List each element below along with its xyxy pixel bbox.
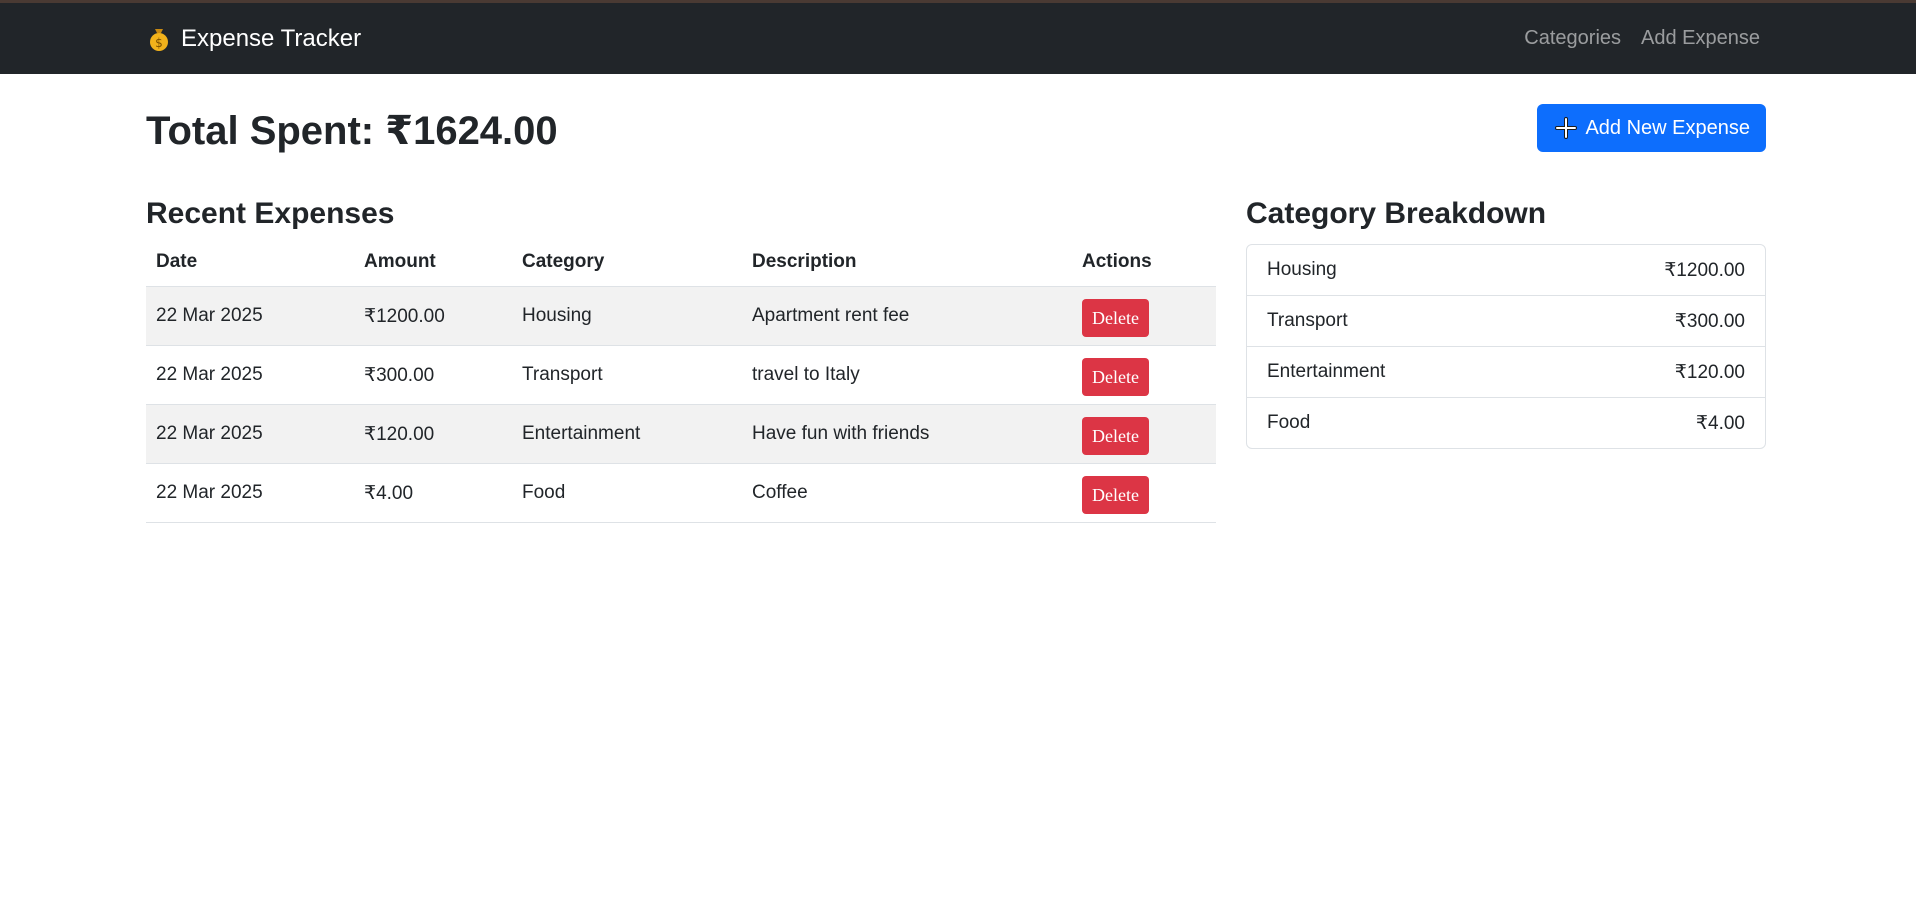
expenses-table: Date Amount Category Description Actions… — [146, 238, 1216, 523]
delete-button[interactable]: Delete — [1082, 476, 1149, 514]
category-name: Transport — [1267, 310, 1348, 331]
delete-button[interactable]: Delete — [1082, 358, 1149, 396]
add-new-expense-label: Add New Expense — [1585, 116, 1750, 139]
category-amount: ₹1200.00 — [1664, 259, 1745, 281]
delete-button[interactable]: Delete — [1082, 299, 1149, 337]
cell-description: Have fun with friends — [742, 404, 1072, 464]
category-amount: ₹4.00 — [1695, 412, 1745, 434]
cell-category: Transport — [512, 345, 742, 405]
brand-name: Expense Tracker — [181, 24, 362, 52]
cell-description: travel to Italy — [742, 345, 1072, 405]
total-spent-heading: Total Spent: ₹1624.00 — [146, 109, 558, 153]
recent-expenses-section: Recent Expenses Date Amount Category Des… — [146, 194, 1216, 523]
svg-text:$: $ — [155, 36, 163, 50]
delete-button[interactable]: Delete — [1082, 417, 1149, 455]
table-row: 22 Mar 2025 ₹300.00 Transport travel to … — [146, 345, 1216, 405]
list-item: Housing ₹1200.00 — [1247, 245, 1765, 296]
nav-link-add-expense[interactable]: Add Expense — [1641, 27, 1760, 50]
table-row: 22 Mar 2025 ₹120.00 Entertainment Have f… — [146, 404, 1216, 464]
cell-date: 22 Mar 2025 — [146, 463, 354, 523]
cell-amount: ₹1200.00 — [354, 286, 512, 346]
plus-icon — [1555, 117, 1578, 139]
navbar: $ Expense Tracker Categories Add Expense — [0, 3, 1916, 74]
money-bag-icon: $ — [146, 26, 172, 52]
cell-actions: Delete — [1072, 345, 1216, 405]
cell-description: Coffee — [742, 463, 1072, 523]
cell-amount: ₹120.00 — [354, 404, 512, 464]
list-item: Entertainment ₹120.00 — [1247, 347, 1765, 398]
category-breakdown-list: Housing ₹1200.00 Transport ₹300.00 Enter… — [1246, 244, 1766, 449]
cell-date: 22 Mar 2025 — [146, 286, 354, 346]
list-item: Food ₹4.00 — [1247, 398, 1765, 448]
table-row: 22 Mar 2025 ₹4.00 Food Coffee Delete — [146, 463, 1216, 523]
category-amount: ₹300.00 — [1674, 310, 1745, 332]
cell-date: 22 Mar 2025 — [146, 345, 354, 405]
category-breakdown-section: Category Breakdown Housing ₹1200.00 Tran… — [1246, 194, 1766, 449]
nav-link-categories[interactable]: Categories — [1524, 27, 1621, 50]
cell-amount: ₹300.00 — [354, 345, 512, 405]
category-name: Food — [1267, 412, 1311, 433]
cell-actions: Delete — [1072, 404, 1216, 464]
cell-date: 22 Mar 2025 — [146, 404, 354, 464]
cell-category: Housing — [512, 286, 742, 346]
column-header-actions: Actions — [1072, 238, 1216, 287]
cell-actions: Delete — [1072, 286, 1216, 346]
nav-links: Categories Add Expense — [1524, 27, 1760, 50]
cell-actions: Delete — [1072, 463, 1216, 523]
category-name: Housing — [1267, 259, 1337, 280]
category-breakdown-title: Category Breakdown — [1246, 197, 1547, 230]
summary-header: Total Spent: ₹1624.00 Add New Expense — [146, 104, 1766, 158]
add-new-expense-button[interactable]: Add New Expense — [1537, 104, 1766, 152]
list-item: Transport ₹300.00 — [1247, 296, 1765, 347]
category-amount: ₹120.00 — [1674, 361, 1745, 383]
cell-category: Food — [512, 463, 742, 523]
cell-description: Apartment rent fee — [742, 286, 1072, 346]
column-header-description: Description — [742, 238, 1072, 287]
column-header-amount: Amount — [354, 238, 512, 287]
category-name: Entertainment — [1267, 361, 1386, 382]
brand-link[interactable]: $ Expense Tracker — [146, 25, 361, 53]
table-header-row: Date Amount Category Description Actions — [146, 238, 1216, 287]
column-header-date: Date — [146, 238, 354, 287]
column-header-category: Category — [512, 238, 742, 287]
cell-amount: ₹4.00 — [354, 463, 512, 523]
table-row: 22 Mar 2025 ₹1200.00 Housing Apartment r… — [146, 286, 1216, 346]
cell-category: Entertainment — [512, 404, 742, 464]
recent-expenses-title: Recent Expenses — [146, 197, 395, 230]
